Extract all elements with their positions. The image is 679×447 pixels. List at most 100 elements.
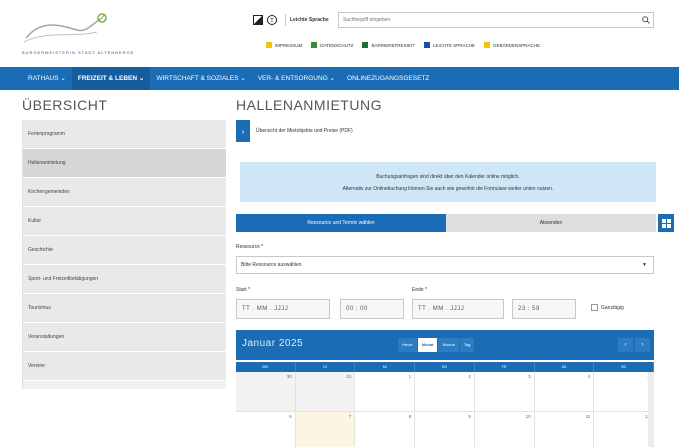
nav-item-onlinezugangsgesetz[interactable]: ONLINEZUGANGSGESETZ [341, 67, 435, 90]
sidebar-item-tourismus[interactable]: Tourismus [23, 294, 226, 323]
calendar-grid: 30 31 1 2 3 4 5 6 7 8 9 10 11 12 [236, 372, 655, 447]
quicklink-impressum[interactable]: IMPRESSUM [266, 42, 302, 48]
page-title: HALLENANMIETUNG [236, 97, 382, 113]
quicklink-datenschutz[interactable]: DATENSCHUTZ [311, 42, 353, 48]
calendar-day[interactable]: 31 [295, 372, 356, 411]
quicklink-leichte-sprache[interactable]: LEICHTE SPRACHE [423, 42, 475, 48]
calendar-day-today[interactable]: 7 [295, 412, 356, 447]
weekday-label: DI [296, 362, 356, 372]
sidebar-title: ÜBERSICHT [22, 97, 108, 113]
calendar-day[interactable]: 12 [594, 412, 655, 447]
sidebar-item-veranstaltungen[interactable]: Veranstaltungen [23, 323, 226, 352]
calendar-day[interactable]: 3 [474, 372, 535, 411]
calendar-week: 30 31 1 2 3 4 5 [236, 372, 655, 412]
calendar-weekdays: MO DI MI DO FR SA SO [236, 362, 655, 372]
quicklinks: IMPRESSUM DATENSCHUTZ BARRIEREFREIHEIT L… [266, 42, 540, 48]
calendar-day[interactable]: 1 [355, 372, 416, 411]
square-icon [311, 42, 318, 48]
info-line-1: Buchungsanfragen sind direkt über den Ka… [376, 174, 520, 180]
site-logo[interactable]: BURGERMEISTERIN STADT ALTENBERGE [22, 8, 135, 56]
calendar-day[interactable]: 10 [474, 412, 535, 447]
calendar: Januar 2025 Heute Monat Woche Tag ‹ › MO… [236, 330, 655, 447]
booking-tabs: Ressource und Termin wählen Absenden [236, 214, 656, 232]
sidebar-item-geschichte[interactable]: Geschichte [23, 236, 226, 265]
calendar-day[interactable]: 30 [236, 372, 296, 411]
tab-submit[interactable]: Absenden [446, 214, 656, 232]
view-day-button[interactable]: Tag [459, 338, 476, 352]
nav-item-ver-entsorgung[interactable]: VER- & ENTSORGUNG ⌄ [252, 67, 341, 90]
quicklink-gebaerdensprache[interactable]: GEBÄRDENSPRACHE [483, 42, 540, 48]
grid-view-button[interactable] [658, 214, 674, 232]
chevron-left-icon: ‹ [624, 342, 627, 348]
calendar-day[interactable]: 2 [415, 372, 475, 411]
sidebar-item-sport-freizeit[interactable]: Sport- und Freizeitbetätigungen [23, 265, 226, 294]
caret-down-icon: ▼ [642, 262, 647, 268]
sidebar-list: Ferienprogramm Hallenanmietung Kirchenge… [22, 120, 226, 389]
calendar-scrollbar[interactable] [648, 372, 654, 447]
resource-select[interactable]: Bitte Ressource auswählen ▼ [236, 256, 654, 274]
search-icon[interactable] [639, 13, 653, 27]
pdf-link[interactable]: › Übersicht der Mietobjekte und Preise (… [236, 120, 656, 142]
sidebar: ÜBERSICHT Ferienprogramm Hallenanmietung… [22, 96, 226, 389]
nav-item-freizeit-leben[interactable]: FREIZEIT & LEBEN ⌄ [71, 67, 151, 90]
weekday-label: FR [475, 362, 535, 372]
sidebar-item-hallenanmietung[interactable]: Hallenanmietung [23, 149, 226, 178]
end-time-input[interactable]: 23 : 59 [512, 299, 576, 319]
next-month-button[interactable]: › [635, 338, 650, 352]
calendar-header: Januar 2025 Heute Monat Woche Tag ‹ › [236, 330, 654, 360]
site-header: BURGERMEISTERIN STADT ALTENBERGE T Leich… [0, 0, 679, 64]
contrast-icon[interactable] [253, 15, 263, 25]
end-label: Ende * [412, 287, 428, 293]
view-month-button[interactable]: Monat [417, 338, 439, 352]
info-line-2: Alternativ zur Onlinebuchung können Sie … [342, 186, 554, 192]
header-tools: T Leichte Sprache [253, 14, 329, 26]
start-time-input[interactable]: 00 : 00 [340, 299, 404, 319]
allday-toggle[interactable]: Ganztägig [591, 304, 624, 311]
easy-language-link[interactable]: Leichte Sprache [285, 14, 329, 26]
chevron-right-icon: › [641, 342, 644, 348]
nav-item-wirtschaft-soziales[interactable]: WIRTSCHAFT & SOZIALES ⌄ [150, 67, 251, 90]
tab-resource-time[interactable]: Ressource und Termin wählen [236, 214, 446, 232]
main-nav: RATHAUS ⌄ FREIZEIT & LEBEN ⌄ WIRTSCHAFT … [0, 67, 679, 90]
calendar-view-buttons: Heute Monat Woche Tag [398, 338, 476, 352]
weekday-label: DO [415, 362, 475, 372]
pdf-link-label: Übersicht der Mietobjekte und Preise (PD… [256, 128, 353, 134]
logo-swoosh-icon [23, 13, 107, 43]
search-bar [338, 12, 654, 28]
view-week-button[interactable]: Woche [438, 338, 460, 352]
grid-icon [661, 218, 671, 228]
resource-select-value: Bitte Ressource auswählen [241, 262, 302, 268]
start-date-input[interactable]: TT . MM . JJJJ [236, 299, 330, 319]
end-date-input[interactable]: TT . MM . JJJJ [412, 299, 504, 319]
sidebar-item-vereine[interactable]: Vereine [23, 352, 226, 381]
logo-caption: BURGERMEISTERIN STADT ALTENBERGE [22, 50, 135, 55]
allday-checkbox[interactable] [591, 304, 598, 311]
quicklink-barrierefreiheit[interactable]: BARRIEREFREIHEIT [362, 42, 415, 48]
calendar-day[interactable]: 6 [236, 412, 296, 447]
sidebar-item-kirchengemeinden[interactable]: Kirchengemeinden [23, 178, 226, 207]
square-icon [423, 42, 430, 48]
square-icon [266, 42, 272, 48]
start-label: Start * [236, 287, 250, 293]
nav-item-rathaus[interactable]: RATHAUS ⌄ [22, 67, 72, 90]
calendar-day[interactable]: 5 [594, 372, 655, 411]
font-size-icon[interactable]: T [267, 15, 277, 25]
calendar-day[interactable]: 4 [534, 372, 595, 411]
view-today-button[interactable]: Heute [398, 338, 418, 352]
calendar-week: 6 7 8 9 10 11 12 [236, 412, 655, 447]
calendar-month: Januar 2025 [242, 338, 304, 349]
calendar-day[interactable]: 11 [534, 412, 595, 447]
calendar-nav: ‹ › [618, 338, 650, 352]
calendar-day[interactable]: 9 [415, 412, 475, 447]
prev-month-button[interactable]: ‹ [618, 338, 633, 352]
calendar-day[interactable]: 8 [355, 412, 416, 447]
sidebar-item-ferienprogramm[interactable]: Ferienprogramm [23, 120, 226, 149]
main-content: HALLENANMIETUNG › Übersicht der Mietobje… [236, 96, 674, 447]
sidebar-item-kultur[interactable]: Kultur [23, 207, 226, 236]
svg-text:T: T [270, 19, 274, 25]
weekday-label: MO [236, 362, 296, 372]
square-icon [483, 42, 490, 48]
search-input[interactable] [339, 13, 639, 27]
weekday-label: SO [594, 362, 655, 372]
resource-label: Ressource * [236, 244, 264, 250]
